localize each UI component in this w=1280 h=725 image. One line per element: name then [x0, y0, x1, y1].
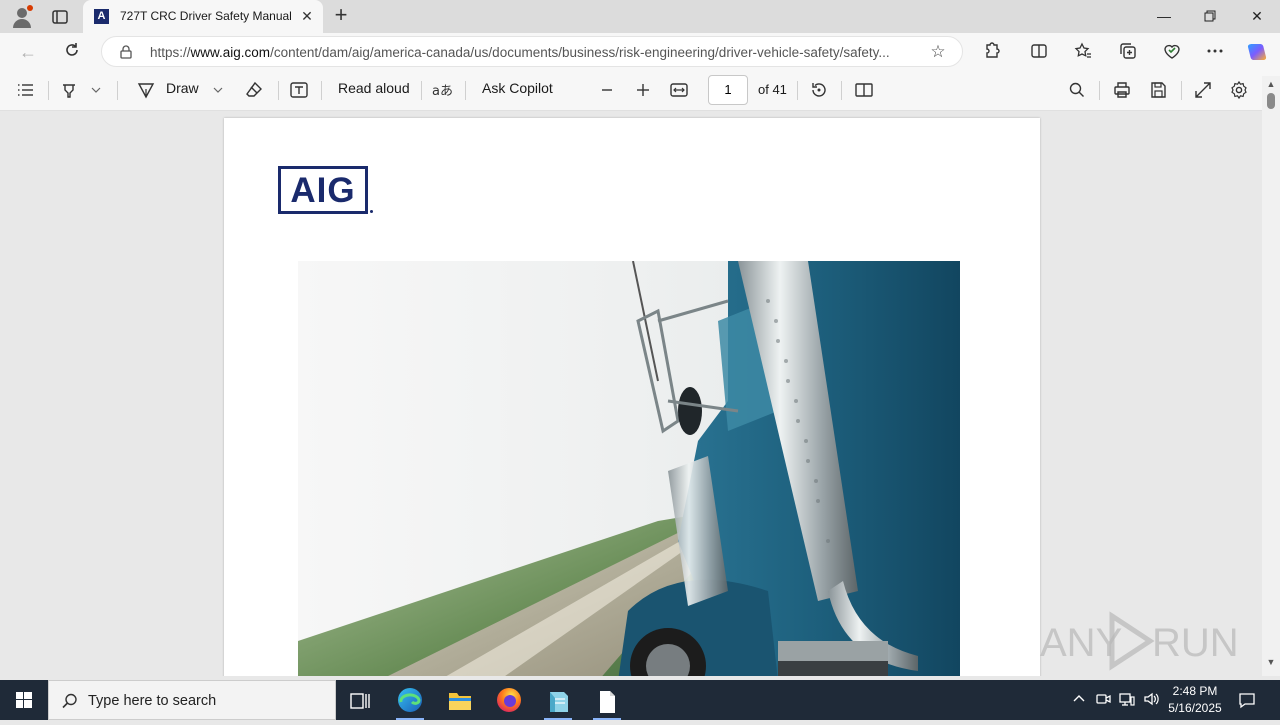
- svg-text:RUN: RUN: [1152, 621, 1239, 665]
- network-icon[interactable]: [1118, 690, 1136, 708]
- tab-close-icon[interactable]: ✕: [299, 8, 315, 24]
- show-hidden-icons-chevron-icon[interactable]: [1070, 690, 1088, 708]
- firefox-icon[interactable]: [489, 684, 529, 720]
- favorites-icon[interactable]: [1073, 41, 1095, 63]
- file-explorer-icon[interactable]: [440, 684, 480, 720]
- volume-speaker-icon[interactable]: [1142, 690, 1160, 708]
- draw-chevron-down-icon[interactable]: [208, 80, 228, 100]
- add-text-icon[interactable]: [289, 80, 309, 100]
- print-icon[interactable]: [1112, 80, 1132, 100]
- document-file-icon[interactable]: [587, 684, 627, 720]
- page-total-label: of 41: [758, 82, 787, 97]
- toolbar-divider: [1099, 81, 1100, 100]
- scroll-down-arrow-icon[interactable]: ▼: [1265, 656, 1277, 668]
- pdf-document-viewport[interactable]: AIG: [0, 111, 1262, 676]
- highlight-chevron-down-icon[interactable]: [86, 80, 106, 100]
- eraser-icon[interactable]: [244, 80, 264, 100]
- close-window-icon[interactable]: ✕: [1245, 6, 1269, 26]
- zoom-in-icon[interactable]: [633, 80, 653, 100]
- navigation-bar: ← https://www.aig.com/content/dam/aig/am…: [0, 33, 1280, 70]
- windows-taskbar: Type here to search 2:48 PM 5/16/2025: [0, 680, 1280, 720]
- new-tab-icon[interactable]: +: [330, 4, 352, 27]
- browser-tab-active[interactable]: A 727T CRC Driver Safety Manual 2( ✕: [83, 0, 323, 33]
- toolbar-divider: [841, 81, 842, 100]
- taskbar-clock[interactable]: 2:48 PM 5/16/2025: [1162, 683, 1228, 717]
- minimize-icon[interactable]: —: [1152, 6, 1176, 26]
- profile-avatar-icon[interactable]: [10, 5, 34, 29]
- toolbar-divider: [117, 81, 118, 100]
- svg-text:aあ: aあ: [432, 84, 453, 99]
- more-options-icon[interactable]: [1205, 41, 1227, 63]
- zoom-out-icon[interactable]: [597, 80, 617, 100]
- anyrun-watermark: ANY RUN: [1040, 606, 1240, 676]
- fullscreen-expand-icon[interactable]: [1193, 80, 1213, 100]
- taskbar-search-box[interactable]: Type here to search: [48, 680, 336, 720]
- pdf-page: AIG: [224, 118, 1040, 676]
- collections-icon[interactable]: [1118, 41, 1140, 63]
- lock-icon[interactable]: [119, 45, 133, 59]
- toolbar-divider: [1181, 81, 1182, 100]
- read-aloud-button[interactable]: Read aloud: [338, 80, 410, 96]
- page-number-input[interactable]: 1: [708, 75, 748, 105]
- scrollbar-thumb[interactable]: [1267, 93, 1275, 109]
- draw-pen-icon[interactable]: [136, 80, 156, 100]
- settings-gear-icon[interactable]: [1229, 80, 1249, 100]
- toolbar-divider: [465, 81, 466, 100]
- tab-strip: A 727T CRC Driver Safety Manual 2( ✕ + —…: [0, 0, 1280, 33]
- clock-time: 2:48 PM: [1172, 684, 1218, 698]
- toolbar-divider: [421, 81, 422, 100]
- task-view-icon[interactable]: [340, 684, 380, 720]
- toolbar-divider: [278, 81, 279, 100]
- edge-browser-icon[interactable]: [390, 684, 430, 720]
- address-bar[interactable]: https://www.aig.com/content/dam/aig/amer…: [101, 36, 963, 67]
- search-icon[interactable]: [1067, 80, 1087, 100]
- taskbar-search-placeholder: Type here to search: [88, 693, 217, 709]
- vertical-scrollbar[interactable]: ▲ ▼: [1262, 76, 1280, 676]
- url-text[interactable]: https://www.aig.com/content/dam/aig/amer…: [150, 45, 920, 60]
- aig-favicon-icon: A: [94, 9, 109, 24]
- scroll-up-arrow-icon[interactable]: ▲: [1265, 78, 1277, 90]
- toolbar-divider: [797, 81, 798, 100]
- windows-start-icon[interactable]: [0, 680, 48, 720]
- refresh-icon[interactable]: [61, 41, 83, 63]
- copilot-icon[interactable]: [1246, 41, 1268, 63]
- aig-logo: AIG: [278, 166, 368, 214]
- tab-title: 727T CRC Driver Safety Manual 2(: [120, 9, 293, 23]
- notepad-app-icon[interactable]: [538, 684, 578, 720]
- toolbar-divider: [321, 81, 322, 100]
- extensions-icon[interactable]: [981, 41, 1003, 63]
- back-arrow-icon[interactable]: ←: [17, 41, 39, 63]
- fit-to-width-icon[interactable]: [669, 80, 689, 100]
- meet-now-icon[interactable]: [1094, 690, 1112, 708]
- aig-logo-mark: [370, 210, 373, 213]
- restore-icon[interactable]: [1198, 6, 1222, 26]
- pdf-toolbar: Draw Read aloud aあ Ask Copilot 1 of 41: [0, 70, 1280, 111]
- clock-date: 5/16/2025: [1168, 701, 1222, 715]
- tab-actions-icon[interactable]: [50, 7, 70, 27]
- browser-essentials-icon[interactable]: [1162, 41, 1184, 63]
- ask-copilot-button[interactable]: Ask Copilot: [482, 80, 553, 96]
- split-screen-icon[interactable]: [1029, 41, 1051, 63]
- rotate-icon[interactable]: [809, 80, 829, 100]
- contents-list-icon[interactable]: [16, 80, 36, 100]
- toolbar-divider: [48, 81, 49, 100]
- cover-photo-truck: [298, 261, 960, 676]
- translate-icon[interactable]: aあ: [432, 80, 453, 100]
- search-icon: [62, 693, 77, 709]
- draw-button[interactable]: Draw: [166, 80, 199, 96]
- notifications-icon[interactable]: [1238, 691, 1256, 709]
- highlight-icon[interactable]: [59, 80, 79, 100]
- favorite-star-icon[interactable]: ☆: [928, 42, 948, 62]
- page-view-icon[interactable]: [854, 80, 874, 100]
- save-icon[interactable]: [1148, 80, 1168, 100]
